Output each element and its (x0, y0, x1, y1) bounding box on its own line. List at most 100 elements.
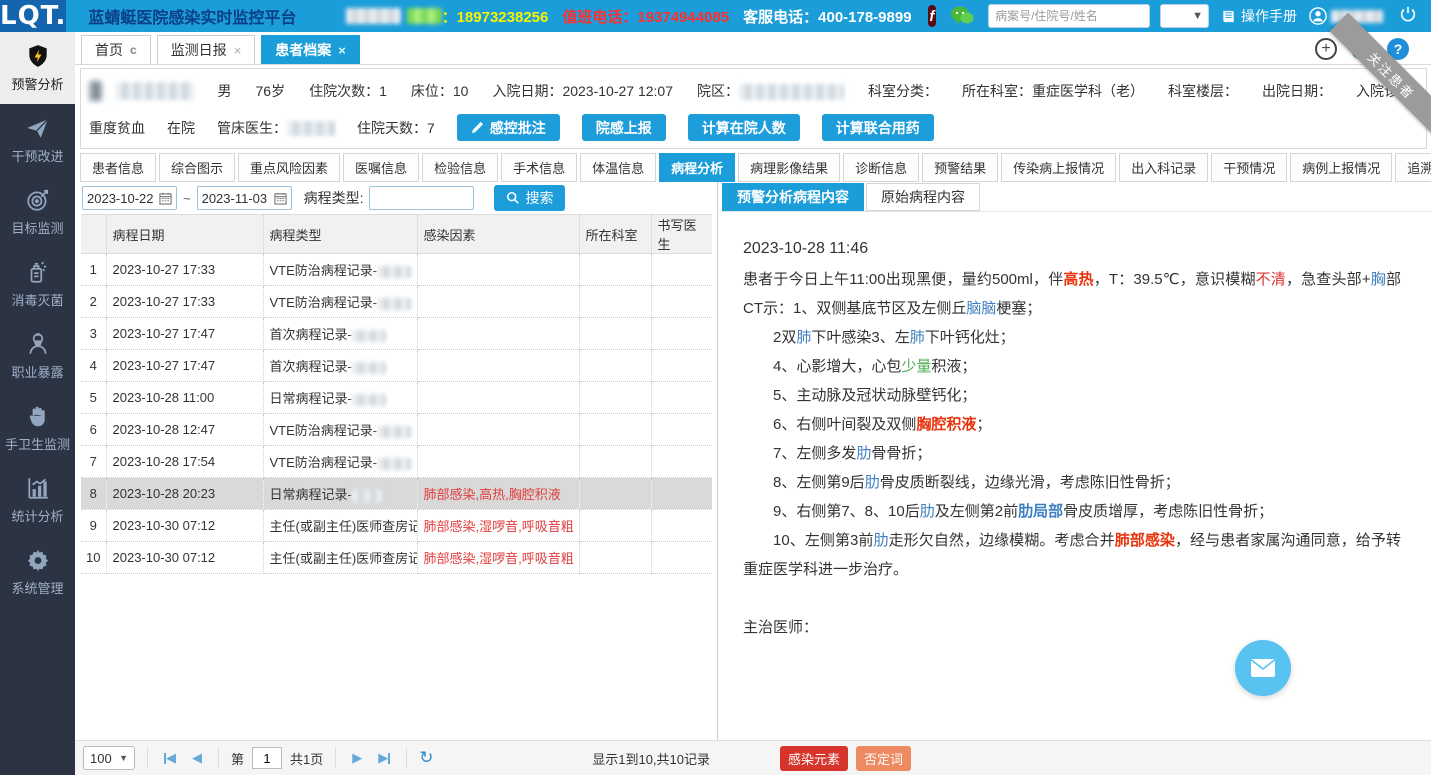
detail-tabs: 患者信息 综合图示 重点风险因素 医嘱信息 检验信息 手术信息 体温信息 病程分… (80, 153, 1427, 182)
table-row[interactable]: 62023-10-28 12:47VTE防治病程记录- (81, 414, 712, 446)
wechat-icon[interactable] (950, 5, 974, 27)
tab-home[interactable]: 首页 c (81, 35, 151, 64)
first-page-button[interactable]: ◀ (160, 750, 180, 766)
sidebar-item-warning-analysis[interactable]: 预警分析 (0, 32, 75, 104)
tab-patient-archive[interactable]: 患者档案 × (261, 35, 360, 64)
col-factor: 感染因素 (417, 215, 579, 254)
progress-type-label: 病程类型: (304, 188, 364, 208)
patient-dept: 所在科室：重症医学科（老） (962, 81, 1144, 101)
logout-button[interactable] (1399, 5, 1417, 28)
chevron-down-icon: ▼ (119, 753, 128, 763)
manual-label: 操作手册 (1241, 6, 1297, 26)
patient-search-input[interactable] (989, 9, 1156, 23)
progress-type-input[interactable] (369, 186, 474, 210)
negative-word-badge[interactable]: 否定词 (856, 746, 911, 771)
tab-temperature[interactable]: 体温信息 (580, 153, 656, 182)
date-from-input[interactable]: 2023-10-22 (82, 186, 177, 210)
tab-warning-analysis-content[interactable]: 预警分析病程内容 (722, 183, 864, 211)
row-no: 6 (81, 414, 106, 446)
page-total: 共1页 (290, 749, 323, 768)
prev-page-button[interactable]: ◀ (188, 750, 206, 766)
table-row-selected[interactable]: 82023-10-28 20:23日常病程记录-肺部感染,高热,胸腔积液 (81, 478, 712, 510)
sidebar-item-occupational-exposure[interactable]: 职业暴露 (0, 320, 75, 392)
table-row[interactable]: 72023-10-28 17:54VTE防治病程记录- (81, 446, 712, 478)
note-text: 患者于今日上午11:00出现黑便，量约500ml，伴高热，T：39.5℃，意识模… (743, 265, 1401, 642)
date-to-input[interactable]: 2023-11-03 (197, 186, 292, 210)
book-icon (1221, 9, 1237, 24)
table-row[interactable]: 32023-10-27 17:47首次病程记录- (81, 318, 712, 350)
tab-overview-chart[interactable]: 综合图示 (159, 153, 235, 182)
sidebar-item-system-settings[interactable]: 系统管理 (0, 536, 75, 608)
redacted-doctor-suffix (377, 266, 411, 278)
hospital-infection-report-button[interactable]: 院感上报 (582, 114, 666, 141)
row-no: 2 (81, 286, 106, 318)
count-inpatients-button[interactable]: 计算在院人数 (688, 114, 800, 141)
tab-surgery-info[interactable]: 手术信息 (501, 153, 577, 182)
col-type: 病程类型 (263, 215, 417, 254)
calendar-icon[interactable] (159, 192, 172, 205)
tab-pathology-imaging[interactable]: 病理影像结果 (738, 153, 840, 182)
tab-intervention-status[interactable]: 干预情况 (1211, 153, 1287, 182)
shield-bolt-icon (25, 43, 51, 69)
row-date: 2023-10-30 07:12 (106, 510, 263, 542)
row-date: 2023-10-27 17:47 (106, 350, 263, 382)
page-size-select[interactable]: 100 ▼ (83, 746, 135, 770)
manual-link[interactable]: 操作手册 (1221, 6, 1297, 26)
table-row[interactable]: 52023-10-28 11:00日常病程记录- (81, 382, 712, 414)
search-button[interactable]: 搜索 (494, 185, 565, 211)
infection-annotate-button[interactable]: 感控批注 (457, 114, 560, 141)
tab-original-content[interactable]: 原始病程内容 (866, 183, 980, 211)
tab-warning-results[interactable]: 预警结果 (922, 153, 998, 182)
flash-icon[interactable]: f (928, 5, 937, 27)
search-icon (506, 191, 520, 205)
row-date: 2023-10-28 11:00 (106, 382, 263, 414)
tab-infectious-report[interactable]: 传染病上报情况 (1001, 153, 1116, 182)
combined-medication-button[interactable]: 计算联合用药 (822, 114, 934, 141)
redacted-doctor-suffix (377, 426, 411, 438)
row-no: 1 (81, 254, 106, 286)
close-icon[interactable]: × (234, 43, 242, 58)
tab-diagnosis-info[interactable]: 诊断信息 (843, 153, 919, 182)
patient-info-panel: 男 76岁 住院次数：1 床位：10 入院日期：2023-10-27 12:07… (80, 68, 1427, 149)
tab-risk-factors[interactable]: 重点风险因素 (238, 153, 340, 182)
table-row[interactable]: 12023-10-27 17:33VTE防治病程记录- (81, 254, 712, 286)
row-factor (417, 254, 579, 286)
tab-patient-info[interactable]: 患者信息 (80, 153, 156, 182)
tab-progress-analysis[interactable]: 病程分析 (659, 153, 735, 182)
row-doctor (651, 446, 712, 478)
header-dropdown[interactable]: ▼ (1160, 4, 1209, 28)
tab-lab-info[interactable]: 检验信息 (422, 153, 498, 182)
tab-daily-report[interactable]: 监测日报 × (157, 35, 256, 64)
refresh-icon[interactable]: c (130, 43, 137, 57)
tab-orders[interactable]: 医嘱信息 (343, 153, 419, 182)
progress-note-body: 2023-10-28 11:46 患者于今日上午11:00出现黑便，量约500m… (719, 212, 1431, 642)
last-page-button[interactable]: ▶ (374, 750, 394, 766)
tab-trace-monitor[interactable]: 追溯监测 (1395, 153, 1431, 182)
person-icon (25, 331, 51, 357)
row-dept (579, 446, 651, 478)
sidebar-item-statistics[interactable]: 统计分析 (0, 464, 75, 536)
tab-case-report-status[interactable]: 病例上报情况 (1290, 153, 1392, 182)
infection-element-badge[interactable]: 感染元素 (780, 746, 848, 771)
sidebar-item-intervention[interactable]: 干预改进 (0, 104, 75, 176)
sidebar-item-disinfection[interactable]: 消毒灭菌 (0, 248, 75, 320)
next-page-button[interactable]: ▶ (348, 750, 366, 766)
row-doctor (651, 286, 712, 318)
table-row[interactable]: 92023-10-30 07:12主任(或副主任)医师查房记录肺部感染,湿啰音,… (81, 510, 712, 542)
table-row[interactable]: 22023-10-27 17:33VTE防治病程记录- (81, 286, 712, 318)
close-icon[interactable]: × (338, 43, 346, 58)
row-dept (579, 350, 651, 382)
sidebar-item-label: 系统管理 (11, 578, 63, 597)
sidebar-item-hand-hygiene[interactable]: 手卫生监测 (0, 392, 75, 464)
patient-status: 在院 (167, 118, 195, 138)
calendar-icon[interactable] (274, 192, 287, 205)
redacted-doctor-suffix (352, 394, 386, 406)
refresh-icon[interactable]: ↻ (419, 748, 433, 768)
page-number-input[interactable] (252, 747, 282, 769)
add-icon[interactable]: + (1315, 38, 1337, 60)
sidebar-item-target-monitor[interactable]: 目标监测 (0, 176, 75, 248)
message-fab-button[interactable] (1235, 640, 1291, 696)
table-row[interactable]: 102023-10-30 07:12主任(或副主任)医师查房记录肺部感染,湿啰音… (81, 542, 712, 574)
tab-transfer-records[interactable]: 出入科记录 (1119, 153, 1208, 182)
table-row[interactable]: 42023-10-27 17:47首次病程记录- (81, 350, 712, 382)
